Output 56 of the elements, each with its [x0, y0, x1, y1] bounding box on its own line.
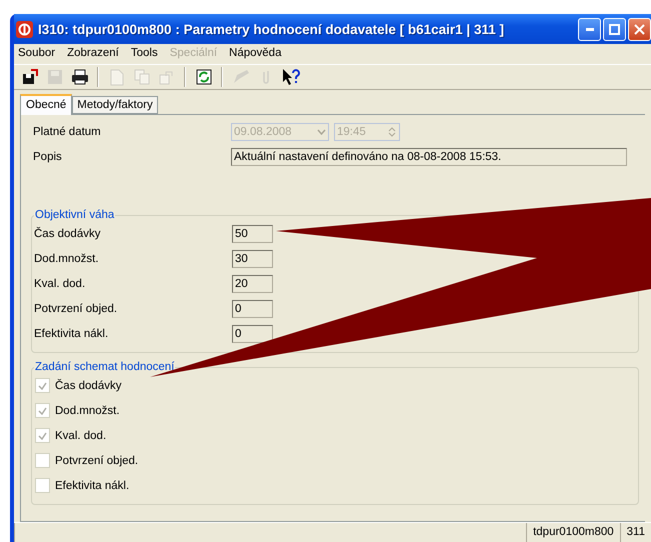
close-button[interactable]	[628, 18, 651, 40]
field-label: Dod.množst.	[33, 252, 100, 264]
status-text: tdpur0100m800	[526, 523, 620, 542]
menu-item[interactable]: Tools	[130, 47, 158, 61]
checkbox[interactable]	[35, 428, 50, 443]
copy-icon	[134, 69, 150, 85]
tab[interactable]: Metody/faktory	[72, 96, 158, 114]
menu-item[interactable]: Nápověda	[229, 47, 282, 61]
tab[interactable]: Obecné	[20, 94, 72, 115]
checkbox-label: Potvrzení objed.	[55, 454, 138, 466]
refresh-icon	[196, 69, 212, 85]
exit-icon	[22, 69, 38, 85]
checkbox[interactable]	[35, 403, 50, 418]
maximize-icon	[609, 24, 620, 34]
maximize-button[interactable]	[603, 18, 626, 40]
paperclip-icon	[260, 69, 270, 85]
checkbox[interactable]	[35, 453, 50, 468]
spinner-icon	[388, 126, 396, 138]
description-field[interactable]: Aktuální nastavení definováno na 08-08-2008 15:53.	[231, 148, 627, 166]
number-field[interactable]: 50	[232, 224, 273, 242]
checkbox-label: Čas dodávky	[55, 380, 122, 392]
checkbox-label: Kval. dod.	[55, 430, 106, 442]
group-title: Zadání schemat hodnocení	[34, 361, 176, 373]
checkbox[interactable]	[35, 378, 50, 393]
field-label: Popis	[32, 150, 63, 162]
menu-item[interactable]: Zobrazení	[67, 47, 119, 61]
menu-item[interactable]: Soubor	[18, 47, 56, 61]
app-logo-icon	[16, 20, 33, 38]
number-field[interactable]: 20	[232, 274, 273, 292]
field-label: Kval. dod.	[33, 278, 86, 290]
checkbox-label: Efektivita nákl.	[55, 480, 130, 492]
check-icon	[38, 406, 47, 414]
help-pointer-icon	[280, 68, 300, 86]
checkbox-label: Dod.množst.	[55, 404, 120, 416]
field-label: Platné datum	[32, 126, 102, 138]
status-text: 311	[620, 523, 651, 542]
window-title: I310: tdpur0100m800 : Parametry hodnocení dodavatele [ b61cair1 | 311 ]	[38, 22, 504, 36]
dropdown-icon	[316, 128, 326, 134]
checkbox[interactable]	[35, 478, 50, 493]
number-field[interactable]: 0	[232, 324, 273, 342]
field-label: Čas dodávky	[33, 228, 102, 240]
save-icon	[46, 69, 62, 85]
check-icon	[38, 382, 47, 390]
field-label: Efektivita nákl.	[33, 328, 110, 340]
number-field[interactable]: 30	[232, 250, 273, 268]
number-field[interactable]: 0	[232, 300, 273, 318]
export-icon	[158, 69, 174, 85]
minimize-icon	[586, 28, 594, 30]
field-label: Potvrzení objed.	[33, 302, 118, 314]
close-icon	[634, 24, 645, 34]
check-icon	[38, 432, 47, 440]
minimize-button[interactable]	[578, 18, 601, 40]
group-title: Objektivní váha	[34, 209, 116, 221]
printer-icon	[70, 69, 88, 85]
document-icon	[110, 68, 124, 86]
pencil-icon	[232, 69, 250, 85]
